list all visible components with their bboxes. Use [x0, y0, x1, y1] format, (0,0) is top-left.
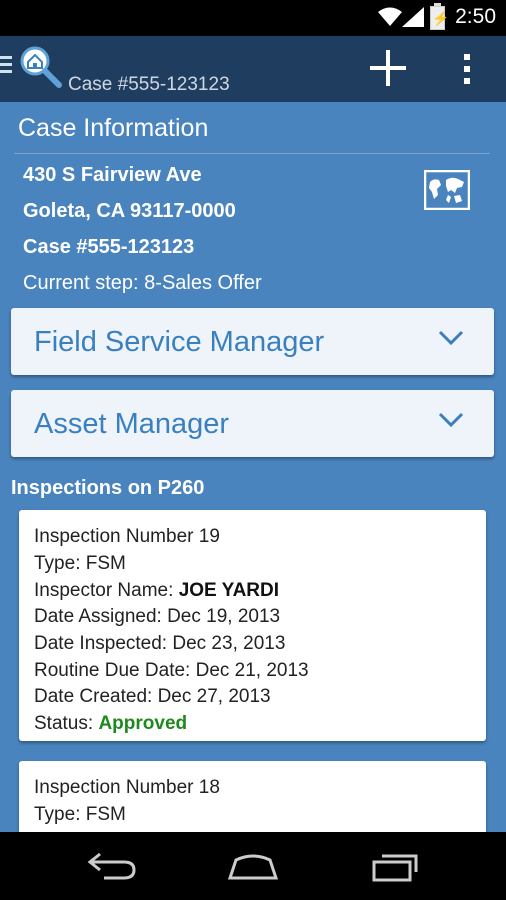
- current-step: Current step: 8-Sales Offer: [23, 272, 262, 294]
- recent-apps-icon[interactable]: [370, 850, 420, 882]
- inspection-status: Status: Approved: [34, 713, 187, 735]
- inspection-number: Inspection Number 18: [34, 777, 220, 798]
- page-title: Case #555-123123: [68, 74, 230, 95]
- status-badge: Approved: [98, 713, 188, 734]
- field-service-manager-dropdown[interactable]: Field Service Manager: [11, 308, 494, 375]
- divider: [14, 153, 490, 154]
- drawer-toggle-icon[interactable]: [0, 56, 12, 77]
- date-assigned: Date Assigned: Dec 19, 2013: [34, 606, 281, 627]
- chevron-down-icon: [438, 330, 464, 346]
- chevron-down-icon: [438, 412, 464, 428]
- inspection-type: Type: FSM: [34, 804, 126, 825]
- plus-icon[interactable]: [370, 50, 406, 86]
- action-bar: Case #555-123123: [0, 36, 506, 102]
- status-bar: ⚡ 2:50: [0, 0, 506, 36]
- clock: 2:50: [455, 5, 496, 28]
- inspector-name-value: JOE YARDI: [178, 580, 280, 601]
- system-nav-bar: [0, 832, 506, 900]
- inspection-type: Type: FSM: [34, 553, 126, 574]
- inspection-number: Inspection Number 19: [34, 526, 220, 547]
- dropdown-label: Asset Manager: [34, 408, 230, 440]
- inspector-name: Inspector Name: JOE YARDI: [34, 580, 279, 602]
- status-label: Status:: [34, 713, 94, 734]
- inspection-card[interactable]: Inspection Number 19 Type: FSM Inspector…: [19, 510, 486, 741]
- asset-manager-dropdown[interactable]: Asset Manager: [11, 390, 494, 457]
- case-number: Case #555-123123: [23, 236, 195, 258]
- dropdown-label: Field Service Manager: [34, 326, 325, 358]
- case-details-content[interactable]: Case Information 430 S Fairview Ave Gole…: [0, 102, 506, 832]
- back-icon[interactable]: [86, 850, 138, 882]
- overflow-menu-icon[interactable]: [459, 54, 475, 88]
- inspections-heading: Inspections on P260: [11, 477, 205, 499]
- inspection-card[interactable]: Inspection Number 18 Type: FSM: [19, 761, 486, 832]
- signal-icon: [402, 7, 424, 27]
- address-line2: Goleta, CA 93117-0000: [23, 200, 236, 222]
- date-created: Date Created: Dec 27, 2013: [34, 686, 271, 707]
- case-info-heading: Case Information: [18, 114, 209, 142]
- routine-due-date: Routine Due Date: Dec 21, 2013: [34, 660, 309, 681]
- address-line1: 430 S Fairview Ave: [23, 164, 202, 186]
- world-map-icon[interactable]: [424, 170, 470, 210]
- inspector-name-label: Inspector Name:: [34, 580, 174, 601]
- battery-icon: ⚡: [430, 3, 449, 30]
- house-magnifier-icon[interactable]: [18, 44, 64, 90]
- wifi-icon: [378, 7, 402, 26]
- home-icon[interactable]: [226, 850, 280, 882]
- date-inspected: Date Inspected: Dec 23, 2013: [34, 633, 286, 654]
